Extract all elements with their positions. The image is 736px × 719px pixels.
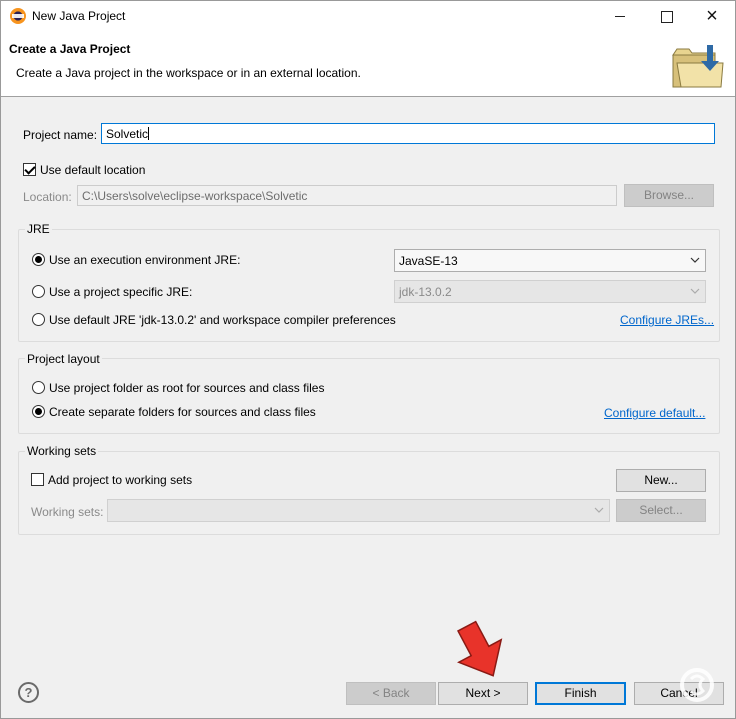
jre-project-specific-label: Use a project specific JRE: bbox=[49, 285, 193, 299]
page-title: Create a Java Project bbox=[9, 42, 131, 56]
working-sets-select[interactable] bbox=[107, 499, 610, 522]
working-sets-group bbox=[18, 451, 720, 535]
select-working-sets-button[interactable]: Select... bbox=[616, 499, 706, 522]
back-button[interactable]: < Back bbox=[346, 682, 436, 705]
chevron-down-icon bbox=[690, 288, 700, 294]
new-working-set-button[interactable]: New... bbox=[616, 469, 706, 492]
chevron-down-icon bbox=[594, 507, 604, 513]
help-icon[interactable]: ? bbox=[18, 682, 39, 703]
project-jre-select[interactable]: jdk-13.0.2 bbox=[394, 280, 706, 303]
maximize-button[interactable] bbox=[643, 1, 689, 31]
close-icon: × bbox=[706, 5, 718, 27]
layout-separate-folders-label: Create separate folders for sources and … bbox=[49, 405, 316, 419]
chevron-down-icon bbox=[690, 257, 700, 263]
layout-root-folder-radio[interactable] bbox=[32, 381, 45, 394]
jre-execution-env-label: Use an execution environment JRE: bbox=[49, 253, 241, 267]
title-bar: New Java Project × bbox=[1, 1, 735, 31]
page-description: Create a Java project in the workspace o… bbox=[16, 66, 361, 80]
window-title: New Java Project bbox=[32, 9, 126, 23]
project-jre-value: jdk-13.0.2 bbox=[399, 285, 452, 299]
location-value: C:\Users\solve\eclipse-workspace\Solveti… bbox=[82, 189, 308, 203]
browse-button[interactable]: Browse... bbox=[624, 184, 714, 207]
project-name-input[interactable]: Solvetic bbox=[101, 123, 715, 144]
close-button[interactable]: × bbox=[689, 1, 735, 31]
jre-project-specific-radio[interactable] bbox=[32, 285, 45, 298]
project-layout-group bbox=[18, 358, 720, 434]
layout-separate-folders-radio[interactable] bbox=[32, 405, 45, 418]
execution-env-select[interactable]: JavaSE-13 bbox=[394, 249, 706, 272]
add-to-working-sets-checkbox[interactable] bbox=[31, 473, 44, 486]
next-button[interactable]: Next > bbox=[438, 682, 528, 705]
solvetic-logo-watermark bbox=[680, 668, 714, 702]
use-default-location-label: Use default location bbox=[40, 163, 146, 177]
configure-jres-link[interactable]: Configure JREs... bbox=[620, 313, 714, 327]
jre-default-radio[interactable] bbox=[32, 313, 45, 326]
eclipse-icon bbox=[10, 8, 26, 24]
jre-default-label: Use default JRE 'jdk-13.0.2' and workspa… bbox=[49, 313, 396, 327]
jre-execution-env-radio[interactable] bbox=[32, 253, 45, 266]
new-java-project-dialog: New Java Project × Create a Java Project… bbox=[0, 0, 736, 719]
jre-group-title: JRE bbox=[25, 222, 52, 236]
project-name-value: Solvetic bbox=[106, 127, 149, 141]
folder-icon bbox=[672, 45, 724, 88]
finish-button[interactable]: Finish bbox=[535, 682, 626, 705]
project-name-label: Project name: bbox=[23, 128, 98, 142]
configure-default-link[interactable]: Configure default... bbox=[604, 406, 705, 420]
location-input[interactable]: C:\Users\solve\eclipse-workspace\Solveti… bbox=[77, 185, 617, 206]
minimize-button[interactable] bbox=[597, 1, 643, 31]
execution-env-value: JavaSE-13 bbox=[399, 254, 458, 268]
use-default-location-checkbox[interactable] bbox=[23, 163, 36, 176]
text-caret bbox=[148, 127, 150, 140]
working-sets-label: Working sets: bbox=[31, 505, 104, 519]
location-label: Location: bbox=[23, 190, 72, 204]
red-arrow-icon bbox=[457, 620, 503, 677]
working-sets-group-title: Working sets bbox=[25, 444, 99, 458]
add-to-working-sets-label: Add project to working sets bbox=[48, 473, 193, 487]
project-layout-group-title: Project layout bbox=[25, 352, 102, 366]
wizard-banner: Create a Java Project Create a Java proj… bbox=[1, 31, 735, 97]
layout-root-folder-label: Use project folder as root for sources a… bbox=[49, 381, 325, 395]
